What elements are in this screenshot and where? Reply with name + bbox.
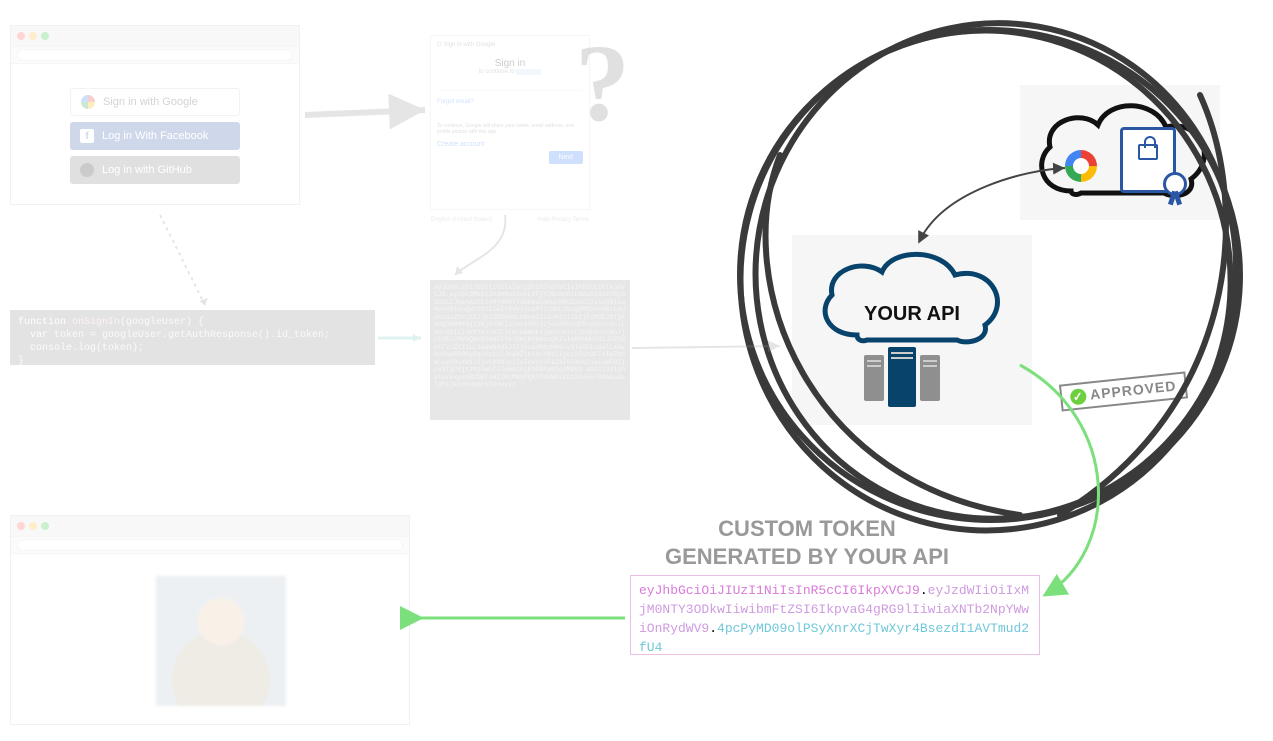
window-close-icon xyxy=(17,522,25,530)
google-g-icon xyxy=(81,95,95,109)
arrow-token-to-api xyxy=(630,338,790,358)
certificate-icon xyxy=(1120,127,1176,193)
popup-disclaimer: To continue, Google will share your name… xyxy=(437,123,583,135)
arrow-browser-to-code xyxy=(150,210,230,310)
popup-next-button[interactable]: Next xyxy=(549,151,583,164)
custom-token-heading: CUSTOM TOKEN GENERATED BY YOUR API xyxy=(665,515,949,570)
window-min-icon xyxy=(29,522,37,530)
window-max-icon xyxy=(41,32,49,40)
arrow-token-to-user xyxy=(410,608,630,628)
question-mark-icon: ? xyxy=(575,20,630,147)
user-photo-placeholder xyxy=(156,576,286,706)
api-label: YOUR API xyxy=(864,303,960,326)
github-signin-button[interactable]: Log in with GitHub xyxy=(70,156,240,184)
browser-social-login: Sign in with Google f Log in With Facebo… xyxy=(10,25,300,205)
google-signin-button[interactable]: Sign in with Google xyxy=(70,88,240,116)
window-close-icon xyxy=(17,32,25,40)
window-min-icon xyxy=(29,32,37,40)
your-api-card: YOUR API xyxy=(792,235,1032,425)
browser-addressbar xyxy=(11,536,409,554)
facebook-signin-button[interactable]: f Log in With Facebook xyxy=(70,122,240,150)
custom-token-box: eyJhbGciOiJIUzI1NiIsInR5cCI6IkpXVCJ9.eyJ… xyxy=(630,575,1040,655)
arrow-code-to-token xyxy=(376,328,431,348)
popup-create-link[interactable]: Create account xyxy=(437,141,484,148)
popup-email-field[interactable] xyxy=(437,83,583,91)
google-signin-popup: G Sign in with Google Sign in to continu… xyxy=(430,35,590,210)
arrow-popup-to-token xyxy=(440,210,540,280)
google-btn-label: Sign in with Google xyxy=(103,96,198,108)
lock-icon xyxy=(1138,144,1158,160)
popup-forgot-link[interactable]: Forgot email? xyxy=(437,99,583,105)
arrow-browser-to-popup xyxy=(300,90,435,140)
browser-addressbar xyxy=(11,46,299,64)
arrow-api-to-custom-token xyxy=(1010,360,1130,600)
server-icon xyxy=(864,355,884,401)
address-input[interactable] xyxy=(17,49,293,61)
jwt-header-part: eyJhbGciOiJIUzI1NiIsInR5cCI6IkpXVCJ9 xyxy=(639,583,920,598)
facebook-btn-label: Log in With Facebook xyxy=(102,130,208,142)
window-max-icon xyxy=(41,522,49,530)
browser-tabbar xyxy=(11,516,409,536)
code-snippet: function onSignIn(googleUser) { var toke… xyxy=(10,310,375,365)
arrow-api-google-bidir xyxy=(905,160,1075,250)
popup-subtitle: to continue to appname xyxy=(437,69,583,75)
github-icon xyxy=(80,163,94,177)
ribbon-seal-icon xyxy=(1163,172,1187,196)
browser-tabbar xyxy=(11,26,299,46)
address-input[interactable] xyxy=(17,539,403,551)
server-icon xyxy=(920,355,940,401)
facebook-f-icon: f xyxy=(80,129,94,143)
server-rack-icon xyxy=(864,355,940,407)
server-icon xyxy=(888,347,916,407)
github-btn-label: Log in with GitHub xyxy=(102,164,192,176)
cloud-icon xyxy=(807,240,1017,360)
browser-user-view xyxy=(10,515,410,725)
popup-title: Sign in xyxy=(437,58,583,69)
jwt-token-block: eyJhbGciOiJSUzI1NiIsImtpZCI6IkpXVCIsInR5… xyxy=(430,280,630,420)
